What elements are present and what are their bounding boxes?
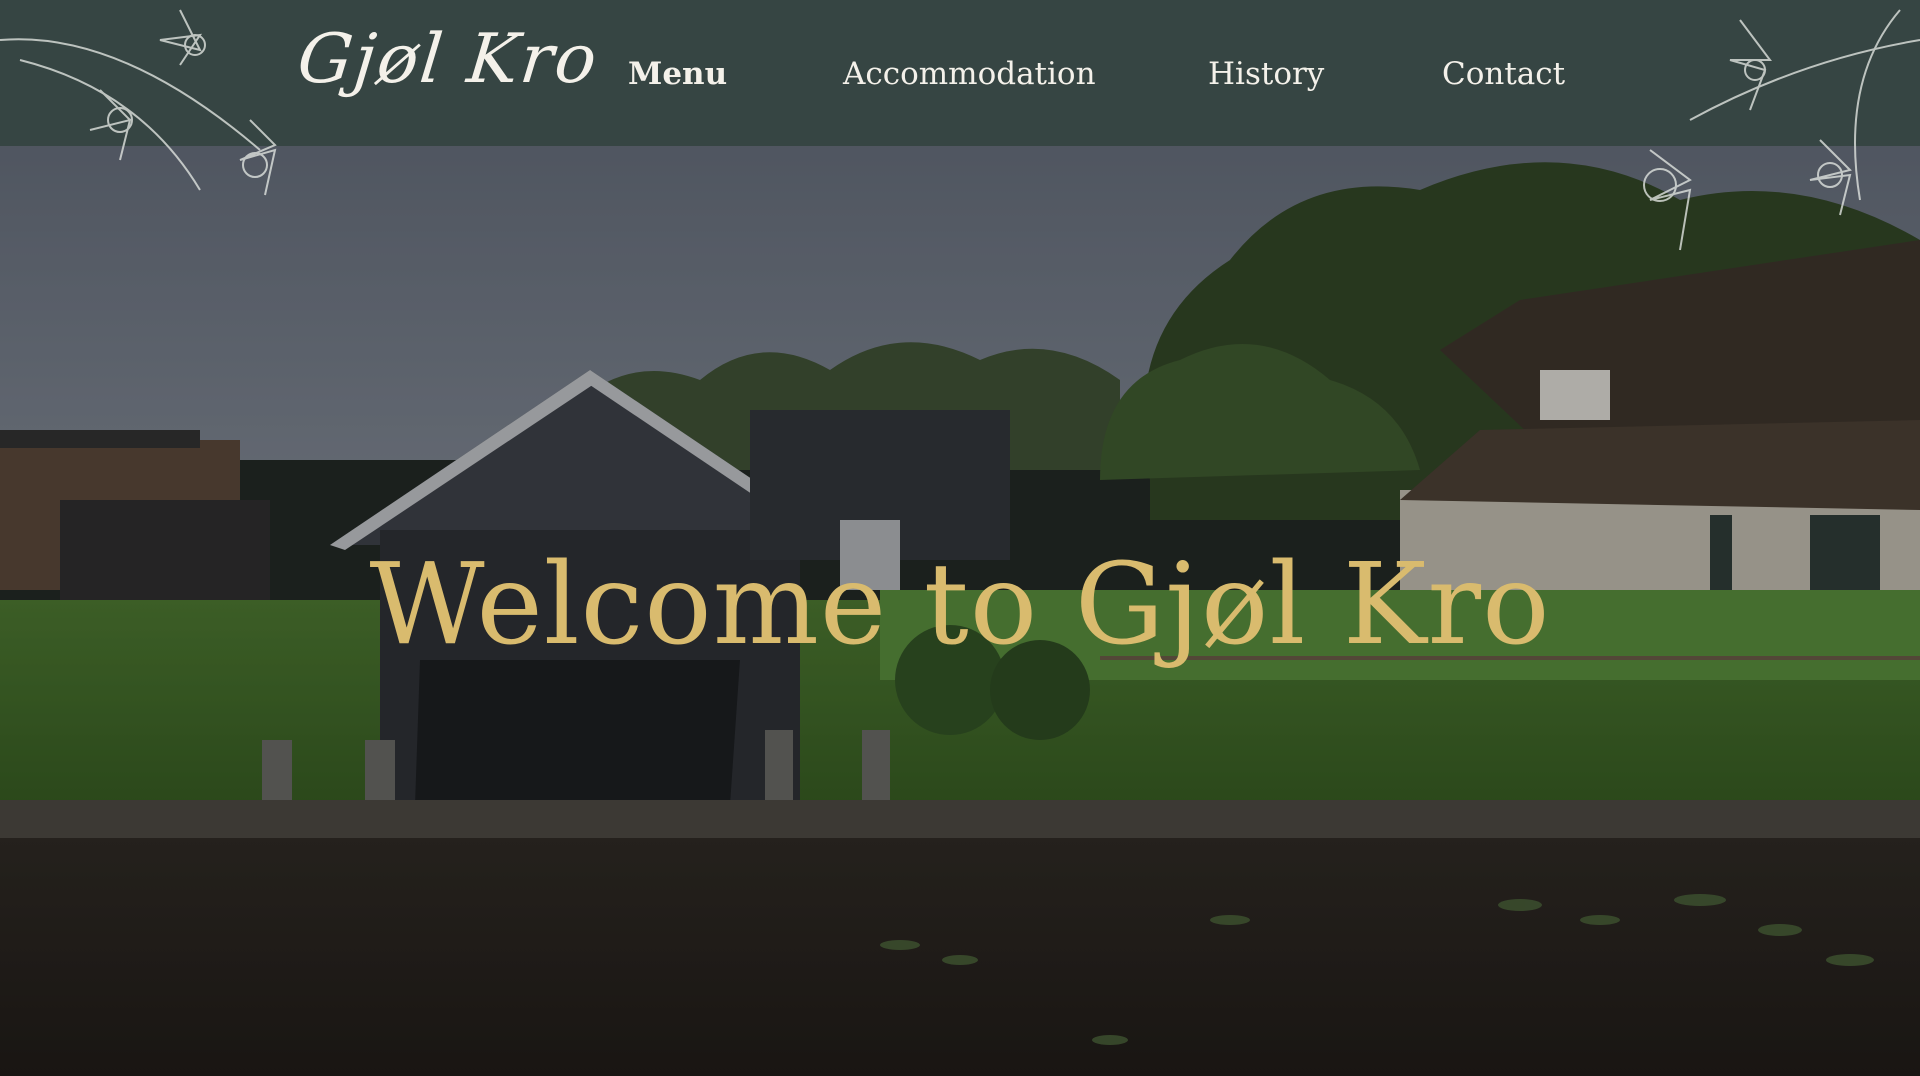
nav-item-history[interactable]: History bbox=[1208, 52, 1324, 96]
site-header: Gjøl Kro Menu Accommodation History Cont… bbox=[0, 0, 1920, 251]
hero-image bbox=[0, 0, 1920, 1076]
main-nav: Menu Accommodation History Contact bbox=[0, 52, 1920, 96]
nav-item-menu[interactable]: Menu bbox=[628, 52, 727, 96]
nav-item-accommodation[interactable]: Accommodation bbox=[843, 52, 1096, 96]
hero-scene bbox=[0, 0, 1920, 1076]
hero-title: Welcome to Gjøl Kro bbox=[369, 540, 1551, 670]
nav-item-contact[interactable]: Contact bbox=[1442, 52, 1565, 96]
